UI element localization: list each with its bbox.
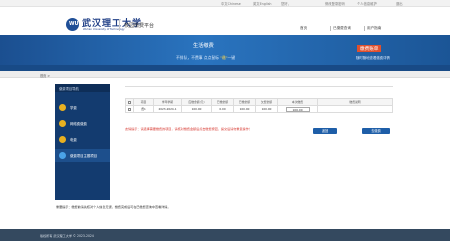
sidebar-header: 缴费项目导航 [55, 84, 110, 92]
lang-chinese-link[interactable]: 中文Chinese [221, 1, 241, 6]
banner-bill-title: 缴费账单 [357, 45, 382, 52]
banner-bill-subtitle: 随时随地查看缴费详情 [356, 56, 390, 60]
footer: 版权所有 武汉理工大学 © 2023-2024 [0, 229, 450, 241]
sidebar-item-topic[interactable]: 缴费项目主题项目 [55, 149, 110, 162]
amount-input[interactable]: 100.00 [285, 106, 310, 112]
table-header-row: 项目 学年学期 应缴金额(元) 已缴金额 已缴金额 欠费金额 本次缴费 缴费说明 [125, 98, 393, 106]
sidebar-item-network[interactable]: 网络费缴费 [55, 117, 110, 130]
top-bar: 中文Chinese 英文English 您好， 修改登录密码 个人信息维护 退出 [0, 0, 450, 7]
site-title: 校园缴费平台 [124, 23, 155, 29]
logout-link[interactable]: 退出 [396, 1, 403, 6]
sidebar-item-electricity[interactable]: 电费 [55, 133, 110, 146]
banner-slogan: 不排队，不费事 点点鼠标 "缴"一键 [176, 55, 236, 60]
back-button[interactable]: 返回 [313, 128, 337, 134]
change-password-link[interactable]: 修改登录密码 [325, 1, 345, 6]
nav-home[interactable]: 首页 [300, 26, 307, 31]
bolt-icon [59, 136, 66, 143]
warning-text: 友情提示：请选择需要缴费的项目，请核对缴费金额后点击缴费按钮，提交后请勿重复操作… [125, 127, 252, 131]
nav-user-guide[interactable]: 用户指南 [367, 26, 381, 31]
nav-divider [364, 26, 365, 31]
payment-table: 项目 学年学期 应缴金额(元) 已缴金额 已缴金额 欠费金额 本次缴费 缴费说明… [125, 98, 393, 113]
promo-banner [0, 35, 450, 71]
nav-paid-query[interactable]: 已缴费查询 [333, 26, 351, 31]
university-seal-icon: WUT [66, 18, 82, 31]
breadcrumb: 首页 > [0, 71, 450, 78]
yuan-icon [59, 104, 66, 111]
table-row: 费1 2023-2024-1 100.00 0.00 100.00 100.00… [125, 105, 393, 113]
important-notice: 重要提示：缴费前请先核对个人信息无误，缴费完成后可在已缴费查询中查看详情。 [56, 205, 171, 209]
list-icon [59, 152, 66, 159]
sidebar-item-tuition[interactable]: 学费 [55, 101, 110, 114]
payment-panel: 项目 学年学期 应缴金额(元) 已缴金额 已缴金额 欠费金额 本次缴费 缴费说明… [125, 86, 395, 136]
panel-divider [125, 86, 393, 87]
nav-divider [330, 26, 331, 31]
network-icon [59, 120, 66, 127]
breadcrumb-home[interactable]: 首页 > [40, 73, 50, 78]
user-greeting: 您好， [281, 2, 291, 7]
lang-english-link[interactable]: 英文English [253, 1, 272, 6]
select-all-checkbox[interactable] [125, 98, 134, 106]
row-checkbox[interactable] [125, 105, 134, 113]
pay-button[interactable]: 去缴费 [362, 128, 390, 134]
logo-divider [119, 19, 120, 31]
profile-link[interactable]: 个人信息维护 [357, 1, 377, 6]
sidebar: 缴费项目导航 学费 网络费缴费 电费 缴费项目主题项目 [55, 84, 110, 200]
site-header: WUT 武汉理工大学 Wuhan University of Technolog… [0, 7, 450, 35]
banner-title: 生活缴费 [193, 43, 214, 49]
